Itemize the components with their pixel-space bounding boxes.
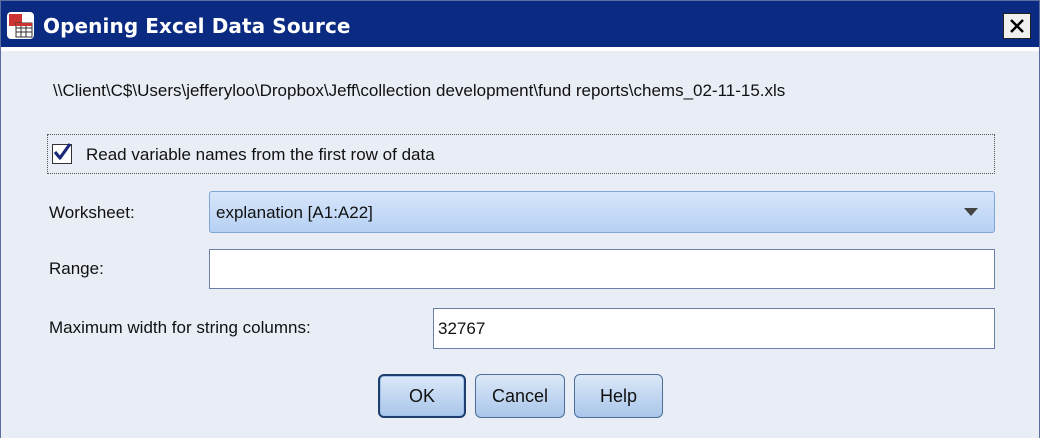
read-variable-names-label: Read variable names from the first row o… xyxy=(86,145,435,164)
dialog-body: \\Client\C$\Users\jefferyloo\Dropbox\Jef… xyxy=(1,51,1039,438)
file-path: \\Client\C$\Users\jefferyloo\Dropbox\Jef… xyxy=(53,81,786,100)
max-width-input[interactable] xyxy=(433,308,995,349)
help-button[interactable]: Help xyxy=(574,374,663,418)
worksheet-label: Worksheet: xyxy=(49,203,135,222)
range-label: Range: xyxy=(49,259,104,278)
read-variable-names-checkbox[interactable] xyxy=(52,143,72,164)
worksheet-dropdown[interactable]: explanation [A1:A22] xyxy=(209,191,995,233)
title-bar[interactable]: Opening Excel Data Source xyxy=(1,1,1039,47)
read-variable-names-option[interactable]: Read variable names from the first row o… xyxy=(47,134,995,174)
cancel-button[interactable]: Cancel xyxy=(475,374,565,418)
spss-data-table-icon xyxy=(6,11,36,41)
close-x-icon xyxy=(1010,19,1024,33)
range-input[interactable] xyxy=(209,249,995,289)
ok-button[interactable]: OK xyxy=(378,374,466,418)
dropdown-arrow-icon[interactable] xyxy=(964,208,978,216)
worksheet-selected-value: explanation [A1:A22] xyxy=(216,203,373,222)
close-button[interactable] xyxy=(1003,13,1031,39)
dialog-title: Opening Excel Data Source xyxy=(43,14,351,38)
checkmark-icon xyxy=(53,143,72,160)
max-width-label: Maximum width for string columns: xyxy=(49,318,311,337)
excel-data-source-dialog: Opening Excel Data Source \\Client\C$\Us… xyxy=(0,0,1040,438)
